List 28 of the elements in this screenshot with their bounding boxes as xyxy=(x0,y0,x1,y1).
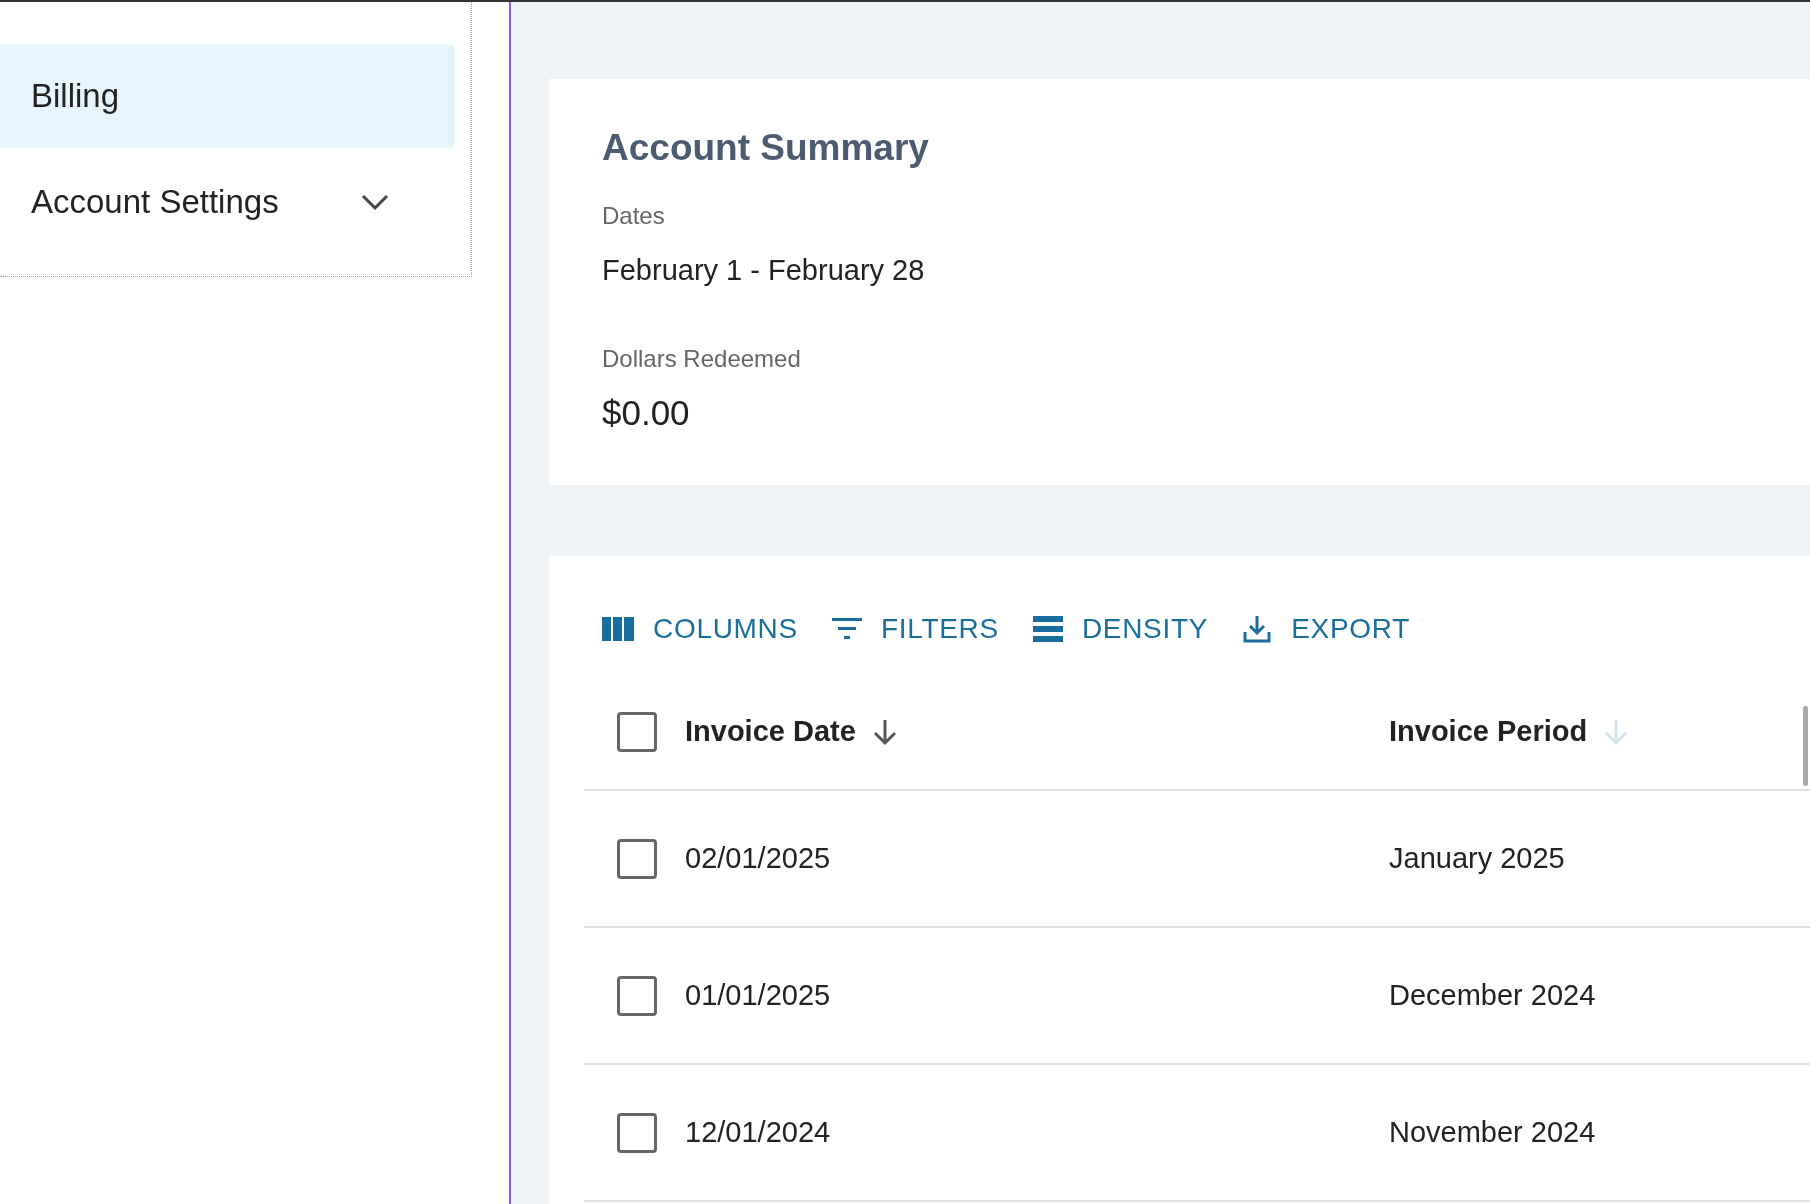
filter-icon xyxy=(831,618,862,640)
sort-arrow-icon[interactable] xyxy=(871,717,898,746)
sidebar-item[interactable]: Billing xyxy=(0,44,455,148)
checkbox[interactable] xyxy=(617,838,657,879)
columns-icon xyxy=(602,617,634,641)
field-value: $0.00 xyxy=(602,395,691,430)
column-header[interactable]: Invoice Date xyxy=(685,709,856,754)
toolbar-button[interactable]: DENSITY xyxy=(1032,608,1209,650)
table-cell-text: November 2024 xyxy=(1389,1114,1597,1150)
download-icon xyxy=(1242,614,1273,644)
field-label: Dollars Redeemed xyxy=(602,347,802,371)
field-label: Dates xyxy=(602,204,666,228)
scrollbar[interactable] xyxy=(1803,706,1808,786)
checkbox[interactable] xyxy=(617,1112,657,1153)
checkbox[interactable] xyxy=(617,711,657,752)
table-cell-text: December 2024 xyxy=(1389,977,1597,1013)
table-cell-text: 01/01/2025 xyxy=(685,977,832,1013)
card-title: Account Summary xyxy=(602,129,930,166)
field-value: February 1 - February 28 xyxy=(602,256,926,285)
toolbar-button[interactable]: COLUMNS xyxy=(602,608,798,650)
column-header[interactable]: Invoice Period xyxy=(1389,709,1588,754)
checkbox[interactable] xyxy=(617,975,657,1016)
table-cell-text: January 2025 xyxy=(1389,840,1566,876)
table-cell-text: 02/01/2025 xyxy=(685,840,832,876)
table-cell-text: 12/01/2024 xyxy=(685,1114,832,1150)
toolbar-button[interactable]: EXPORT xyxy=(1242,608,1410,650)
toolbar-button[interactable]: FILTERS xyxy=(831,608,999,650)
density-icon xyxy=(1032,616,1063,642)
